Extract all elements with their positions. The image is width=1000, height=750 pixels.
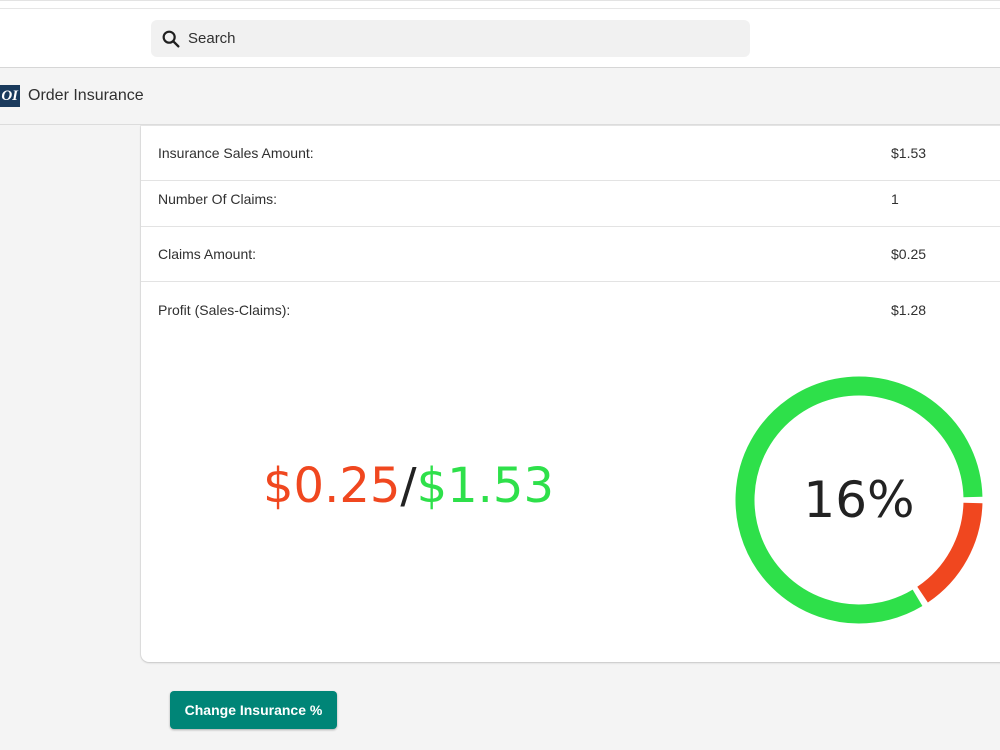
app-title-bar: OI Order Insurance bbox=[0, 68, 1000, 125]
top-bar bbox=[0, 0, 1000, 68]
stat-label: Number Of Claims: bbox=[158, 191, 278, 207]
ratio-claims-amount: $0.25 bbox=[263, 458, 401, 514]
app-title: Order Insurance bbox=[28, 87, 144, 104]
stat-value: $1.28 bbox=[891, 301, 927, 318]
claims-sales-ratio: $0.25/$1.53 bbox=[263, 456, 554, 516]
ratio-sales-amount: $1.53 bbox=[416, 458, 555, 514]
ratio-slash: / bbox=[400, 458, 417, 514]
stat-label: Insurance Sales Amount: bbox=[158, 145, 314, 161]
search-input[interactable] bbox=[188, 20, 750, 57]
stat-label: Claims Amount: bbox=[158, 246, 257, 262]
change-insurance-button[interactable]: Change Insurance % bbox=[170, 691, 337, 729]
insurance-summary-card: Insurance Sales Amount: $1.53 Number Of … bbox=[141, 126, 1000, 662]
gauge-percentage-label: 16% bbox=[803, 471, 915, 529]
stat-value: $0.25 bbox=[891, 246, 927, 262]
stat-row-profit: Profit (Sales-Claims): $1.28 bbox=[141, 282, 1000, 337]
search-icon bbox=[160, 28, 182, 50]
stat-value: $1.53 bbox=[891, 145, 927, 161]
app-logo: OI bbox=[0, 85, 20, 107]
stat-row-claims-amount: Claims Amount: $0.25 bbox=[141, 227, 1000, 282]
stat-label: Profit (Sales-Claims): bbox=[158, 301, 291, 318]
stat-row-claims-count: Number Of Claims: 1 bbox=[141, 172, 1000, 227]
claims-percentage-gauge: 16% bbox=[733, 374, 985, 626]
search-bar[interactable] bbox=[151, 20, 750, 57]
stat-value: 1 bbox=[891, 191, 899, 207]
